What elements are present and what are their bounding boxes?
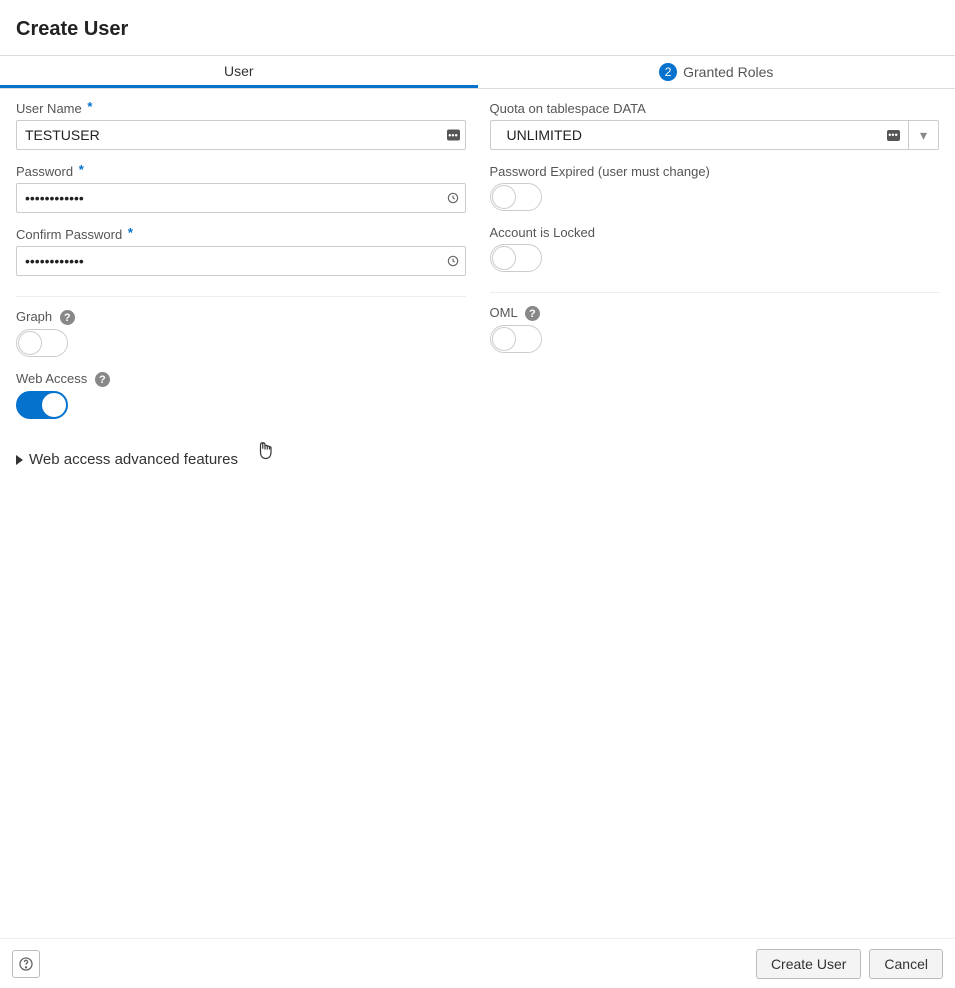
username-input[interactable] — [16, 120, 466, 150]
tab-user[interactable]: User — [0, 56, 478, 88]
dialog-footer: Create User Cancel — [0, 938, 955, 988]
form-area: User Name * ••• Password * Confirm — [0, 89, 955, 468]
form-left-column: User Name * ••• Password * Confirm — [16, 101, 466, 468]
locked-label: Account is Locked — [490, 225, 940, 240]
confirm-password-label: Confirm Password * — [16, 227, 466, 242]
confirm-password-input[interactable] — [16, 246, 466, 276]
generate-password-icon[interactable] — [446, 254, 460, 268]
section-divider — [16, 296, 466, 297]
graph-label: Graph ? — [16, 309, 466, 325]
pwdexpired-label: Password Expired (user must change) — [490, 164, 940, 179]
username-label-text: User Name — [16, 101, 82, 116]
help-icon[interactable]: ? — [525, 306, 540, 321]
required-marker: * — [79, 162, 84, 177]
password-label: Password * — [16, 164, 466, 179]
graph-toggle[interactable] — [16, 329, 68, 357]
quota-field-wrap: Quota on tablespace DATA UNLIMITED ••• ▾ — [490, 101, 940, 150]
required-marker: * — [87, 99, 92, 114]
web-access-advanced-expander[interactable]: Web access advanced features — [16, 451, 466, 468]
quota-ellipsis-icon[interactable]: ••• — [878, 121, 908, 149]
help-icon[interactable]: ? — [95, 372, 110, 387]
password-input[interactable] — [16, 183, 466, 213]
tab-granted-label: Granted Roles — [683, 64, 773, 80]
help-icon[interactable]: ? — [60, 310, 75, 325]
tabbar: User 2 Granted Roles — [0, 55, 955, 89]
webaccess-toggle[interactable] — [16, 391, 68, 419]
webaccess-field-wrap: Web Access ? — [16, 371, 466, 419]
webaccess-label-text: Web Access — [16, 371, 87, 386]
form-right-column: Quota on tablespace DATA UNLIMITED ••• ▾… — [490, 101, 940, 468]
quota-value: UNLIMITED — [499, 127, 879, 143]
oml-field-wrap: OML ? — [490, 305, 940, 353]
password-label-text: Password — [16, 164, 73, 179]
graph-label-text: Graph — [16, 309, 52, 324]
graph-field-wrap: Graph ? — [16, 309, 466, 357]
webaccess-label: Web Access ? — [16, 371, 466, 387]
cancel-button[interactable]: Cancel — [869, 949, 943, 979]
username-field-wrap: User Name * ••• — [16, 101, 466, 150]
create-user-button[interactable]: Create User — [756, 949, 861, 979]
oml-toggle[interactable] — [490, 325, 542, 353]
chevron-right-icon — [16, 455, 23, 465]
oml-label-text: OML — [490, 305, 518, 320]
password-field-wrap: Password * — [16, 164, 466, 213]
tab-user-label: User — [224, 63, 254, 79]
oml-label: OML ? — [490, 305, 940, 321]
help-button[interactable] — [12, 950, 40, 978]
tab-granted-roles[interactable]: 2 Granted Roles — [478, 56, 955, 88]
generate-password-icon[interactable] — [446, 191, 460, 205]
locked-toggle[interactable] — [490, 244, 542, 272]
locked-field-wrap: Account is Locked — [490, 225, 940, 272]
expander-label: Web access advanced features — [29, 451, 238, 468]
section-divider — [490, 292, 940, 293]
confirm-password-field-wrap: Confirm Password * — [16, 227, 466, 276]
required-marker: * — [128, 225, 133, 240]
confirm-password-label-text: Confirm Password — [16, 227, 122, 242]
tab-granted-badge: 2 — [659, 63, 677, 81]
username-label: User Name * — [16, 101, 466, 116]
pwdexpired-toggle[interactable] — [490, 183, 542, 211]
quota-label: Quota on tablespace DATA — [490, 101, 940, 116]
chevron-down-icon[interactable]: ▾ — [908, 121, 938, 149]
pwdexpired-field-wrap: Password Expired (user must change) — [490, 164, 940, 211]
ellipsis-icon[interactable]: ••• — [447, 130, 460, 141]
dialog-title: Create User — [0, 0, 955, 55]
quota-select[interactable]: UNLIMITED ••• ▾ — [490, 120, 940, 150]
